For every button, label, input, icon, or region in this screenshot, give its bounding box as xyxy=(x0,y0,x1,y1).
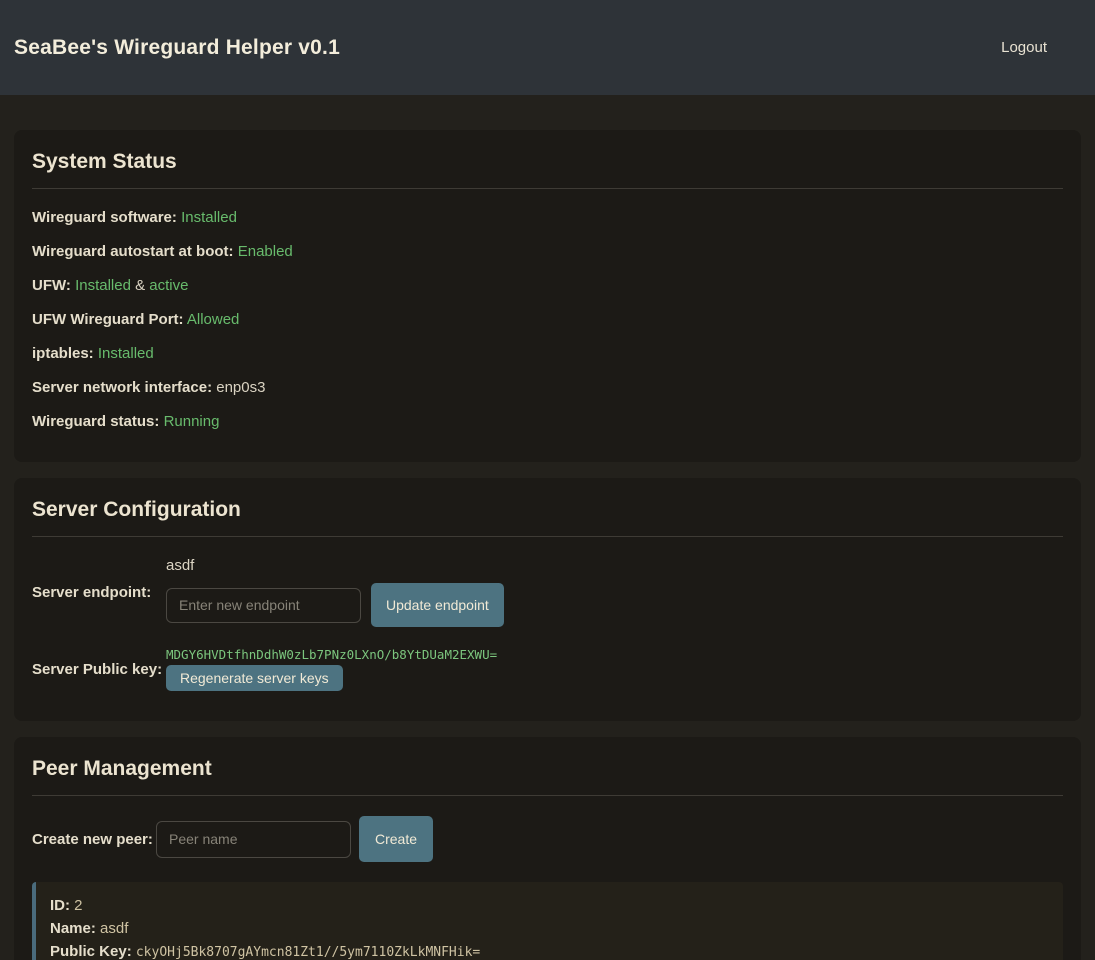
peer-management-title: Peer Management xyxy=(32,757,1063,781)
status-row-wireguard-software: Wireguard software: Installed xyxy=(32,209,1063,226)
endpoint-input[interactable] xyxy=(166,588,361,623)
app-title: SeaBee's Wireguard Helper v0.1 xyxy=(14,36,340,60)
server-configuration-title: Server Configuration xyxy=(32,498,1063,522)
main-content: System Status Wireguard software: Instal… xyxy=(0,95,1095,960)
create-peer-label: Create new peer: xyxy=(32,831,156,848)
status-value: Installed xyxy=(98,345,154,362)
server-endpoint-row: Server endpoint: asdf Update endpoint xyxy=(32,557,1063,627)
divider xyxy=(32,188,1063,189)
logout-link[interactable]: Logout xyxy=(1001,39,1047,56)
status-row-ufw: UFW: Installed & active xyxy=(32,277,1063,294)
server-public-key-value: MDGY6HVDtfhnDdhW0zLb7PNz0LXnO/b8YtDUaM2E… xyxy=(166,647,497,662)
status-value: enp0s3 xyxy=(216,379,265,396)
status-label: iptables: xyxy=(32,345,94,362)
peer-name-label: Name: xyxy=(50,920,96,937)
peer-name-line: Name: asdf xyxy=(50,920,1045,937)
status-value: Running xyxy=(164,413,220,430)
status-label: Wireguard software: xyxy=(32,209,177,226)
server-public-key-label: Server Public key: xyxy=(32,661,166,678)
system-status-title: System Status xyxy=(32,150,1063,174)
status-value: Enabled xyxy=(238,243,293,260)
system-status-card: System Status Wireguard software: Instal… xyxy=(14,130,1081,462)
status-label: UFW Wireguard Port: xyxy=(32,311,184,328)
server-public-key-row: Server Public key: MDGY6HVDtfhnDdhW0zLb7… xyxy=(32,647,1063,691)
status-value: Installed xyxy=(75,277,131,294)
status-value: Allowed xyxy=(187,311,240,328)
peer-name-value: asdf xyxy=(100,920,128,937)
create-peer-button[interactable]: Create xyxy=(359,816,433,862)
current-endpoint-value: asdf xyxy=(166,557,504,574)
update-endpoint-button[interactable]: Update endpoint xyxy=(371,583,504,627)
status-label: UFW: xyxy=(32,277,71,294)
status-row-network-interface: Server network interface: enp0s3 xyxy=(32,379,1063,396)
status-row-autostart: Wireguard autostart at boot: Enabled xyxy=(32,243,1063,260)
peer-id-value: 2 xyxy=(74,897,82,914)
app-header: SeaBee's Wireguard Helper v0.1 Logout xyxy=(0,0,1095,95)
peer-management-card: Peer Management Create new peer: Create … xyxy=(14,737,1081,960)
status-value-2: active xyxy=(149,277,188,294)
divider xyxy=(32,536,1063,537)
regenerate-server-keys-button[interactable]: Regenerate server keys xyxy=(166,665,343,691)
status-value: Installed xyxy=(181,209,237,226)
divider xyxy=(32,795,1063,796)
create-peer-row: Create new peer: Create xyxy=(32,816,1063,862)
peer-public-key-value: ckyOHj5Bk8707gAYmcn81Zt1//5ym7110ZkLkMNF… xyxy=(136,945,480,960)
peer-name-input[interactable] xyxy=(156,821,351,858)
status-row-wireguard-status: Wireguard status: Running xyxy=(32,413,1063,430)
peer-id-line: ID: 2 xyxy=(50,897,1045,914)
status-label: Wireguard autostart at boot: xyxy=(32,243,234,260)
peer-card: ID: 2 Name: asdf Public Key: ckyOHj5Bk87… xyxy=(32,882,1063,960)
server-configuration-card: Server Configuration Server endpoint: as… xyxy=(14,478,1081,721)
status-label: Wireguard status: xyxy=(32,413,159,430)
peer-id-label: ID: xyxy=(50,897,70,914)
server-endpoint-label: Server endpoint: xyxy=(32,584,166,601)
status-row-iptables: iptables: Installed xyxy=(32,345,1063,362)
status-label: Server network interface: xyxy=(32,379,212,396)
peer-public-key-line: Public Key: ckyOHj5Bk8707gAYmcn81Zt1//5y… xyxy=(50,943,1045,960)
peer-public-key-label: Public Key: xyxy=(50,943,132,960)
status-row-ufw-port: UFW Wireguard Port: Allowed xyxy=(32,311,1063,328)
status-separator: & xyxy=(135,277,145,294)
